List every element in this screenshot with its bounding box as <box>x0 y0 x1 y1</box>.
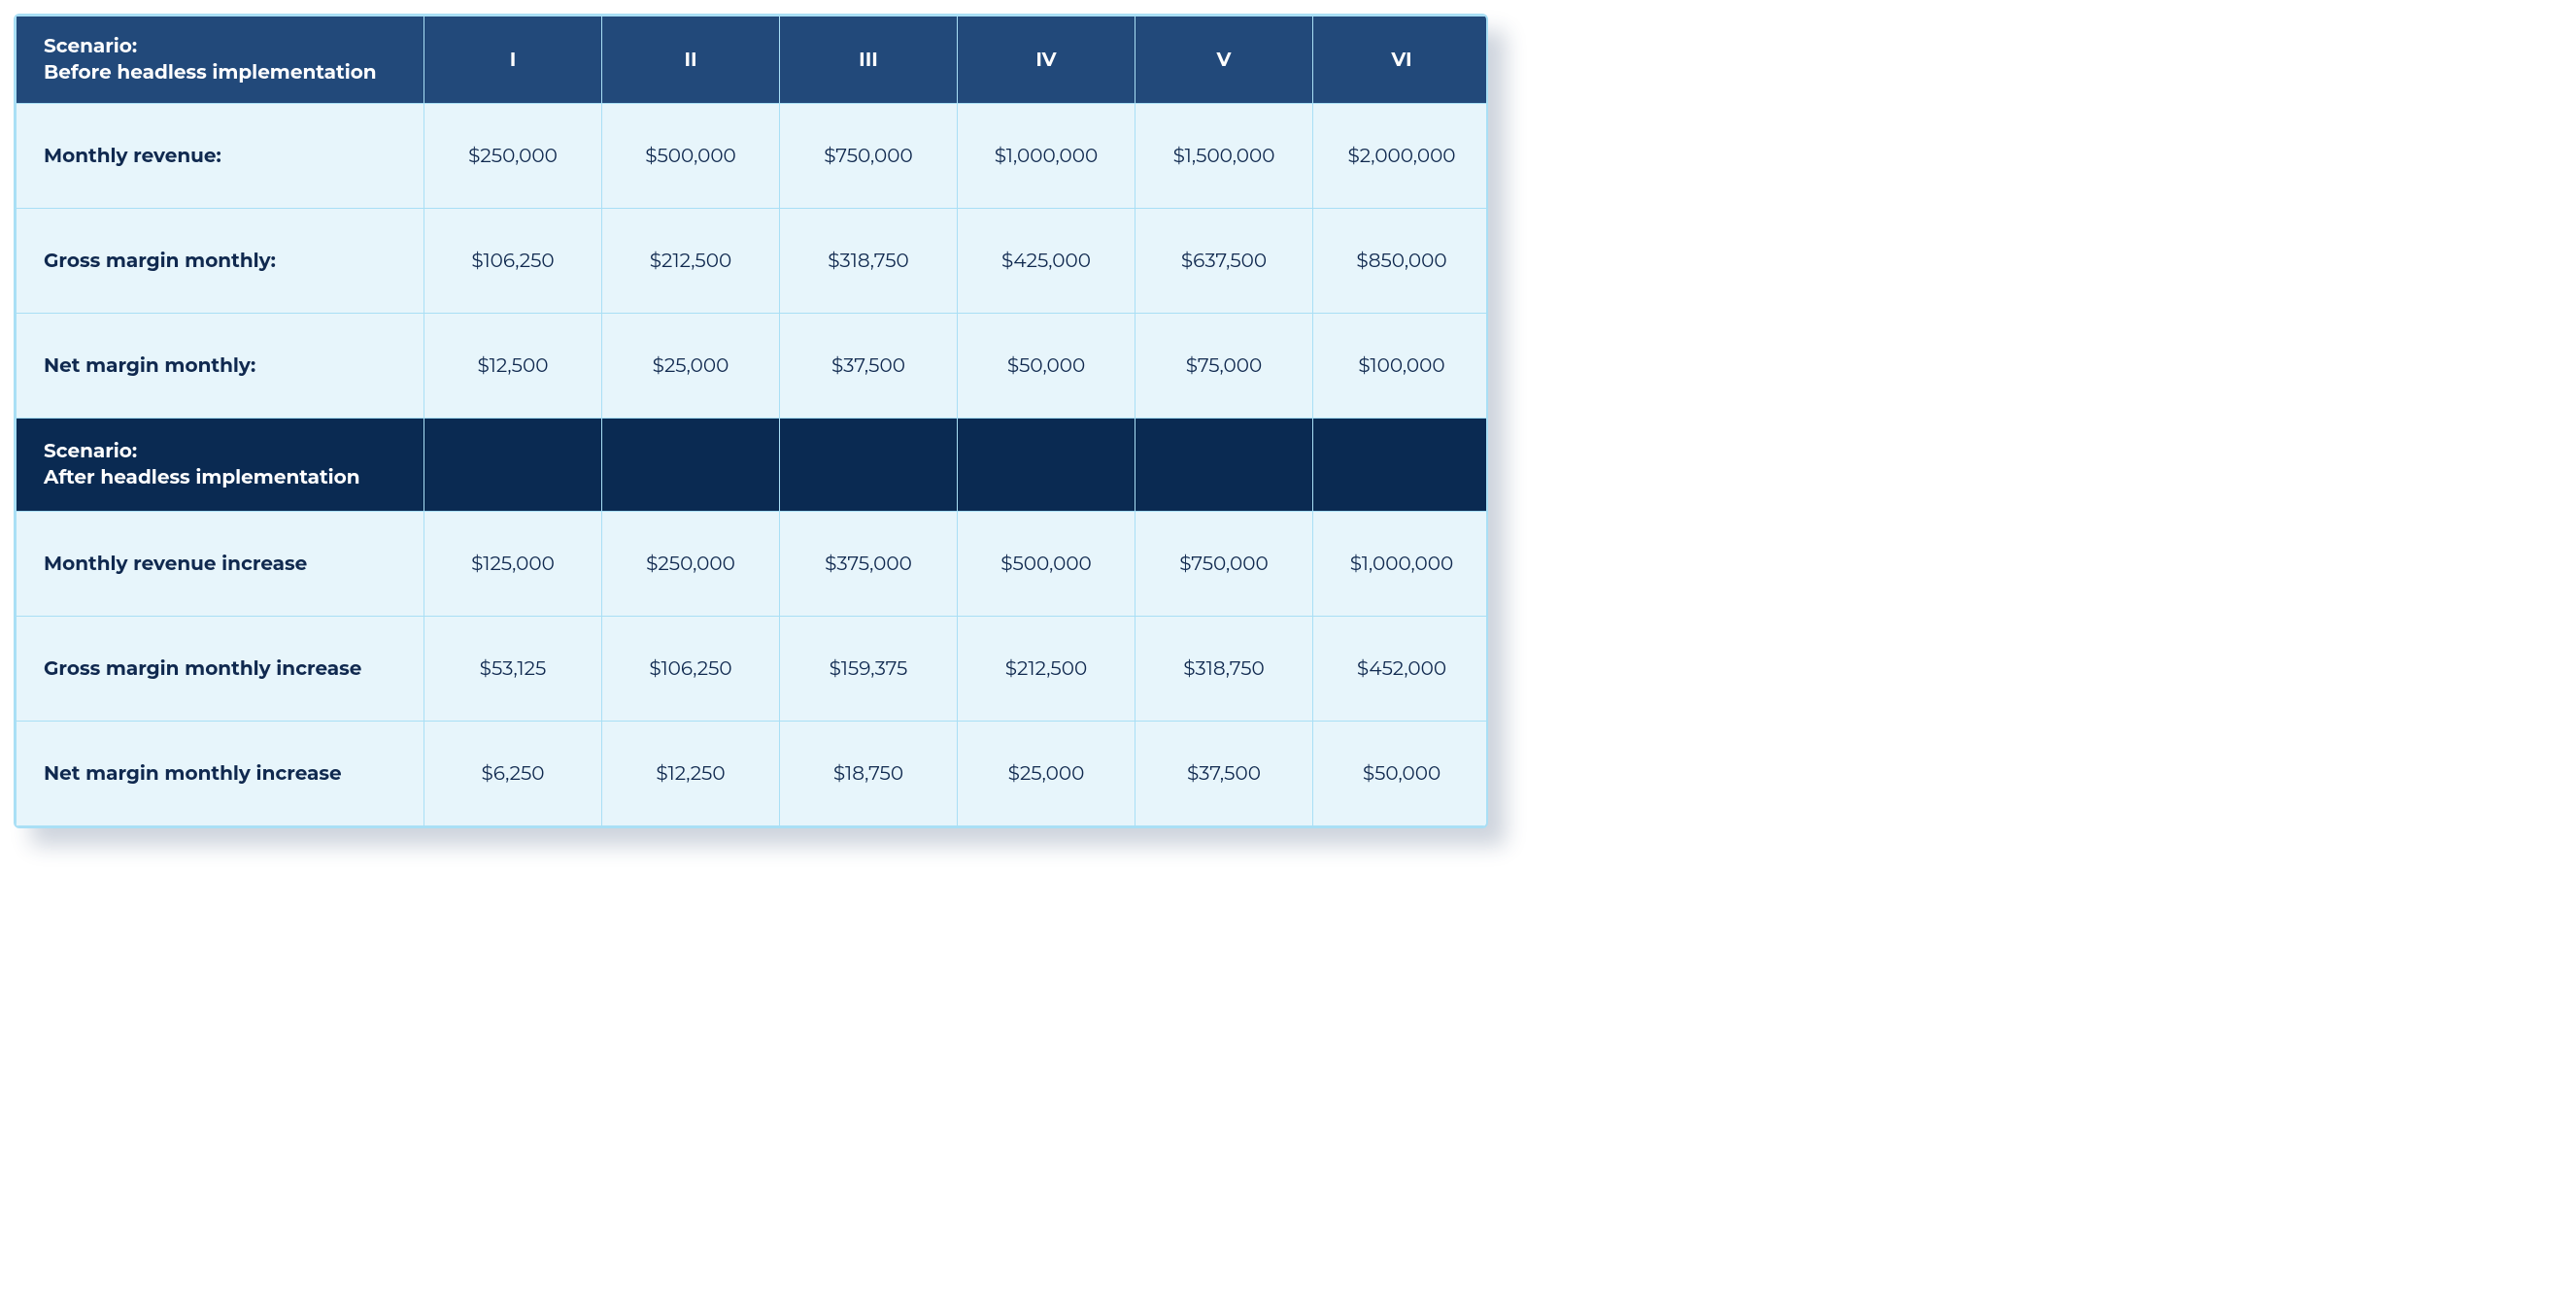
col-header-6: VI <box>1313 17 1489 104</box>
section1-heading: Scenario: Before headless implementation <box>17 17 424 104</box>
section2-col-blank <box>1135 419 1313 512</box>
col-header-1: I <box>424 17 602 104</box>
section1-header-row: Scenario: Before headless implementation… <box>17 17 1489 104</box>
section2-col-blank <box>602 419 780 512</box>
section2-col-blank <box>958 419 1135 512</box>
cell-value: $50,000 <box>1313 722 1489 826</box>
cell-value: $212,500 <box>602 209 780 314</box>
col-header-4: IV <box>958 17 1135 104</box>
cell-value: $452,000 <box>1313 617 1489 722</box>
cell-value: $159,375 <box>780 617 958 722</box>
section2-col-blank <box>780 419 958 512</box>
section2-header-row: Scenario: After headless implementation <box>17 419 1489 512</box>
table-row: Monthly revenue increase $125,000 $250,0… <box>17 512 1489 617</box>
row-label: Net margin monthly: <box>17 314 424 419</box>
section2-heading: Scenario: After headless implementation <box>17 419 424 512</box>
cell-value: $12,250 <box>602 722 780 826</box>
cell-value: $25,000 <box>602 314 780 419</box>
col-header-2: II <box>602 17 780 104</box>
cell-value: $25,000 <box>958 722 1135 826</box>
cell-value: $375,000 <box>780 512 958 617</box>
table-row: Net margin monthly: $12,500 $25,000 $37,… <box>17 314 1489 419</box>
cell-value: $750,000 <box>1135 512 1313 617</box>
section1-heading-line2: Before headless implementation <box>44 60 424 86</box>
cell-value: $2,000,000 <box>1313 104 1489 209</box>
table-row: Gross margin monthly increase $53,125 $1… <box>17 617 1489 722</box>
cell-value: $53,125 <box>424 617 602 722</box>
row-label: Monthly revenue increase <box>17 512 424 617</box>
row-label: Gross margin monthly increase <box>17 617 424 722</box>
cell-value: $125,000 <box>424 512 602 617</box>
row-label: Net margin monthly increase <box>17 722 424 826</box>
scenario-table: Scenario: Before headless implementation… <box>16 16 1488 826</box>
table-row: Gross margin monthly: $106,250 $212,500 … <box>17 209 1489 314</box>
cell-value: $318,750 <box>1135 617 1313 722</box>
cell-value: $212,500 <box>958 617 1135 722</box>
cell-value: $50,000 <box>958 314 1135 419</box>
cell-value: $500,000 <box>958 512 1135 617</box>
cell-value: $106,250 <box>602 617 780 722</box>
cell-value: $75,000 <box>1135 314 1313 419</box>
cell-value: $106,250 <box>424 209 602 314</box>
cell-value: $750,000 <box>780 104 958 209</box>
cell-value: $850,000 <box>1313 209 1489 314</box>
section2-heading-line2: After headless implementation <box>44 465 424 491</box>
cell-value: $250,000 <box>424 104 602 209</box>
section2-heading-line1: Scenario: <box>44 439 424 465</box>
cell-value: $1,000,000 <box>958 104 1135 209</box>
cell-value: $250,000 <box>602 512 780 617</box>
cell-value: $18,750 <box>780 722 958 826</box>
cell-value: $37,500 <box>780 314 958 419</box>
cell-value: $1,500,000 <box>1135 104 1313 209</box>
cell-value: $6,250 <box>424 722 602 826</box>
cell-value: $637,500 <box>1135 209 1313 314</box>
section2-col-blank <box>1313 419 1489 512</box>
table-row: Monthly revenue: $250,000 $500,000 $750,… <box>17 104 1489 209</box>
col-header-5: V <box>1135 17 1313 104</box>
col-header-3: III <box>780 17 958 104</box>
cell-value: $37,500 <box>1135 722 1313 826</box>
cell-value: $100,000 <box>1313 314 1489 419</box>
row-label: Monthly revenue: <box>17 104 424 209</box>
cell-value: $500,000 <box>602 104 780 209</box>
table-row: Net margin monthly increase $6,250 $12,2… <box>17 722 1489 826</box>
cell-value: $1,000,000 <box>1313 512 1489 617</box>
section1-heading-line1: Scenario: <box>44 34 424 60</box>
section2-col-blank <box>424 419 602 512</box>
cell-value: $12,500 <box>424 314 602 419</box>
scenario-table-container: Scenario: Before headless implementation… <box>14 14 1488 828</box>
cell-value: $318,750 <box>780 209 958 314</box>
cell-value: $425,000 <box>958 209 1135 314</box>
row-label: Gross margin monthly: <box>17 209 424 314</box>
